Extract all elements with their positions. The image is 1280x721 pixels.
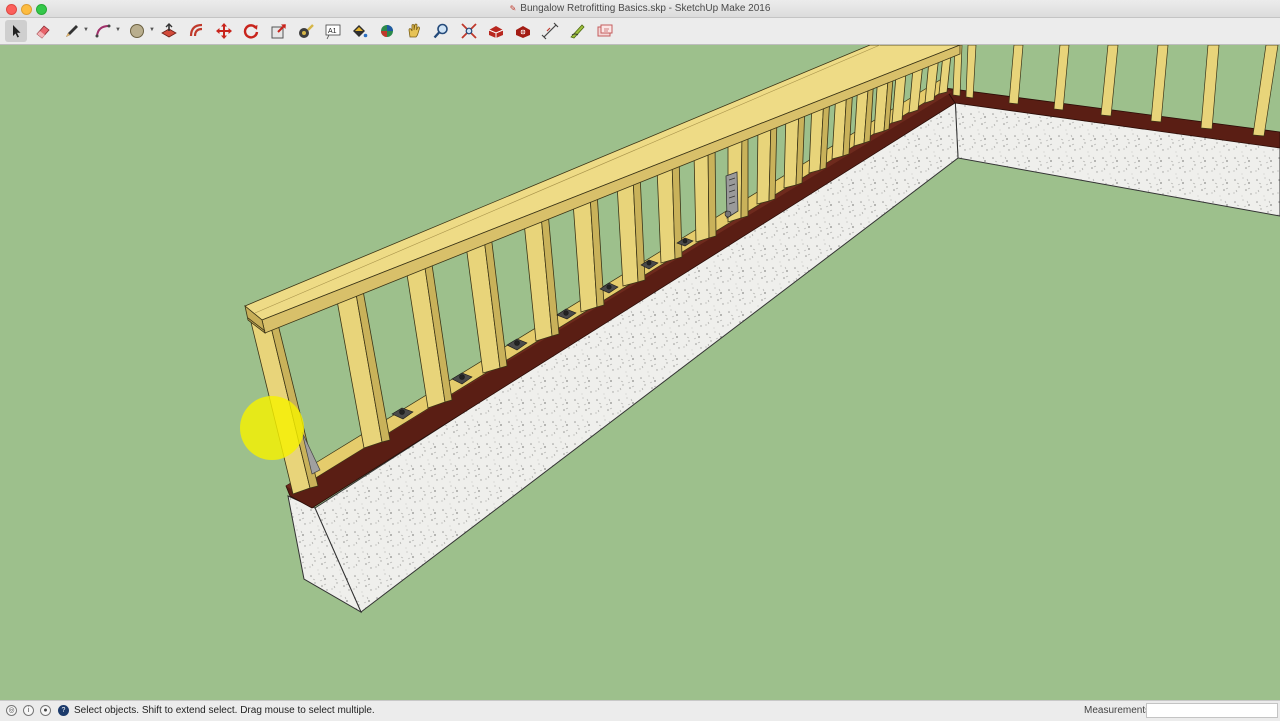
- toolbar: ▼ ▼ ▼ A1: [0, 18, 1280, 45]
- text-tool-button[interactable]: A1: [322, 20, 344, 42]
- maximize-window-button[interactable]: [36, 4, 47, 15]
- push-pull-tool-button[interactable]: [158, 20, 180, 42]
- scale-icon: [271, 24, 286, 39]
- geo-location-icon[interactable]: ◎: [6, 705, 17, 716]
- tape-measure-icon: [299, 24, 314, 38]
- cursor-highlight: [240, 396, 304, 460]
- arc-icon: [95, 24, 111, 38]
- send-to-layout-icon: [597, 24, 613, 37]
- pan-tool-button[interactable]: [403, 20, 425, 42]
- zoom-tool-button[interactable]: [430, 20, 452, 42]
- protractor-icon: [570, 24, 585, 39]
- warehouse-tool-button[interactable]: [485, 20, 507, 42]
- move-arrows-icon: [216, 23, 232, 39]
- zoom-extents-icon: [461, 23, 477, 39]
- status-hint: Select objects. Shift to extend select. …: [74, 705, 375, 716]
- measurements-label: Measurements: [1084, 705, 1151, 716]
- title-bar: ✎ Bungalow Retrofitting Basics.skp - Sket…: [0, 0, 1280, 18]
- zoom-extents-tool-button[interactable]: [458, 20, 480, 42]
- dimension-icon: [541, 22, 559, 40]
- hand-icon: [408, 23, 420, 38]
- dimension-tool-button[interactable]: [539, 20, 561, 42]
- select-tool-button[interactable]: [5, 20, 27, 42]
- circle-shape-icon: [130, 24, 144, 38]
- eraser-icon: [36, 25, 50, 39]
- line-tool-dropdown-icon[interactable]: ▼: [83, 27, 89, 33]
- layout-tool-button[interactable]: [594, 20, 616, 42]
- 3d-warehouse-icon: [488, 26, 504, 38]
- shape-tool-button[interactable]: [126, 20, 148, 42]
- shape-tool-dropdown-icon[interactable]: ▼: [149, 27, 155, 33]
- window-title: Bungalow Retrofitting Basics.skp - Sketc…: [520, 3, 771, 14]
- magnifier-icon: [433, 23, 448, 39]
- move-tool-button[interactable]: [213, 20, 235, 42]
- offset-icon: [189, 23, 203, 37]
- arc-tool-dropdown-icon[interactable]: ▼: [115, 27, 121, 33]
- orbit-tool-button[interactable]: [376, 20, 398, 42]
- eraser-tool-button[interactable]: [32, 20, 54, 42]
- protractor-tool-button[interactable]: [566, 20, 588, 42]
- paint-bucket-icon: [353, 25, 368, 38]
- status-bar: ◎ i ● ? Select objects. Shift to extend …: [0, 700, 1280, 721]
- text-icon: A1: [325, 24, 341, 40]
- model-canvas[interactable]: [0, 45, 1280, 700]
- credits-icon[interactable]: i: [23, 705, 34, 716]
- model-viewport[interactable]: [0, 45, 1280, 700]
- user-account-icon[interactable]: ●: [40, 705, 51, 716]
- push-pull-icon: [161, 23, 177, 38]
- svg-text:A1: A1: [328, 28, 337, 35]
- measurements-input[interactable]: [1146, 703, 1278, 718]
- instructor-help-icon[interactable]: ?: [58, 705, 69, 716]
- document-icon: ✎: [509, 4, 517, 13]
- orbit-icon: [381, 25, 393, 37]
- rotate-tool-button[interactable]: [240, 20, 262, 42]
- extension-warehouse-icon: [516, 26, 530, 38]
- tape-measure-tool-button[interactable]: [295, 20, 317, 42]
- arrow-cursor-icon: [13, 25, 21, 38]
- extension-warehouse-tool-button[interactable]: [512, 20, 534, 42]
- scale-tool-button[interactable]: [268, 20, 290, 42]
- close-window-button[interactable]: [6, 4, 17, 15]
- minimize-window-button[interactable]: [21, 4, 32, 15]
- pencil-icon: [66, 25, 78, 37]
- arc-tool-button[interactable]: [92, 20, 114, 42]
- rotate-icon: [243, 24, 259, 39]
- paint-bucket-tool-button[interactable]: [348, 20, 370, 42]
- offset-tool-button[interactable]: [186, 20, 208, 42]
- hold-down-strap: [724, 171, 739, 219]
- line-tool-button[interactable]: [61, 20, 83, 42]
